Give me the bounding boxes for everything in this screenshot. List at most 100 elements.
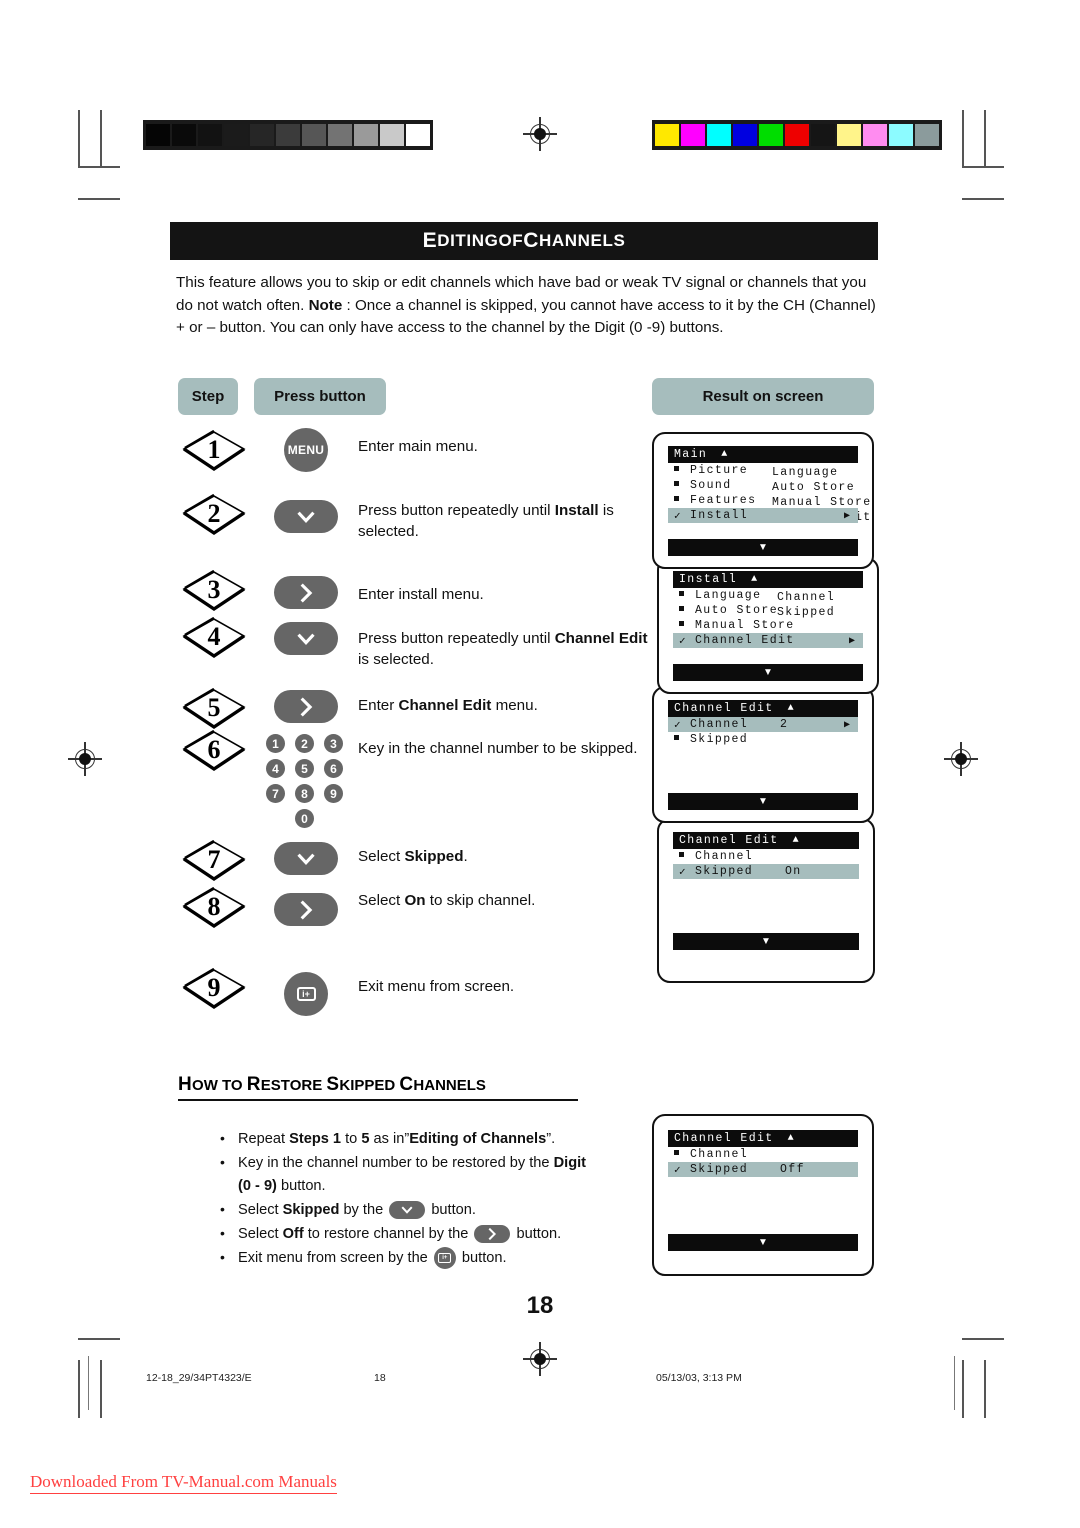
grayscale-swatch (198, 124, 222, 146)
color-calibration-bar (652, 120, 942, 150)
keypad-row: 123 (266, 734, 350, 753)
keypad-key-0[interactable]: 0 (295, 809, 314, 828)
step-number-badge: 6 (182, 730, 246, 772)
osd-menu-item[interactable]: Skipped (668, 732, 858, 747)
osd-scroll-down-icon: ▼ (763, 667, 773, 678)
step-instruction-text: Key in the channel number to be skipped. (358, 740, 638, 757)
intro-paragraph: This feature allows you to skip or edit … (176, 272, 882, 340)
keypad-spacer (324, 809, 343, 828)
footer-file-id: 12-18_29/34PT4323/E (146, 1372, 252, 1384)
cursor-down-button[interactable] (389, 1201, 426, 1220)
keypad-key-8[interactable]: 8 (295, 784, 314, 803)
osd-scroll-down-bar[interactable]: ▼ (673, 664, 863, 681)
bullet-text: Select (238, 1202, 283, 1218)
osd-menu-item[interactable]: Manual Store (673, 618, 863, 633)
osd-scroll-up-icon: ▲ (787, 1133, 796, 1144)
osd-menu-item[interactable]: ✓ Channel 2 ▶ (668, 717, 858, 732)
osd-menu-item[interactable]: Auto Store (673, 603, 863, 618)
keypad-key-7[interactable]: 7 (266, 784, 285, 803)
osd-title-text: Channel Edit (679, 834, 779, 847)
cursor-down-button[interactable] (274, 842, 338, 875)
osd-menu-item[interactable]: Features (668, 493, 858, 508)
cursor-down-button[interactable] (274, 500, 338, 533)
page-title-rest1: DITING (437, 231, 499, 250)
step-number-badge: 1 (182, 430, 246, 472)
step-number-badge: 8 (182, 887, 246, 929)
osd-scroll-down-bar[interactable]: ▼ (668, 793, 858, 810)
cursor-down-button[interactable] (274, 622, 338, 655)
cursor-right-button[interactable] (274, 576, 338, 609)
osd-menu-item[interactable]: ✓ Install ▶ (668, 508, 858, 523)
osd-scroll-down-bar[interactable]: ▼ (668, 539, 858, 556)
osd-menu-item[interactable]: ✓ Channel Edit ▶ (673, 633, 863, 648)
osd-scroll-up-icon: ▲ (792, 835, 801, 846)
intro-note-label: Note (308, 296, 343, 314)
cursor-right-button[interactable] (474, 1225, 511, 1244)
restore-heading-rest1: OW (192, 1077, 218, 1094)
bullet-text: Repeat (238, 1131, 290, 1147)
column-header-press-button: Press button (254, 378, 386, 415)
check-icon: ✓ (679, 635, 688, 648)
osd-title-text: Channel Edit (674, 1132, 774, 1145)
bullet-text: button. (512, 1226, 562, 1242)
osd-scroll-down-bar[interactable]: ▼ (668, 1234, 858, 1251)
osd-menu: Channel Edit ▲ ✓ Channel 2 ▶ Skipped (668, 700, 858, 747)
osd-scroll-down-bar[interactable]: ▼ (673, 933, 859, 950)
download-source-banner[interactable]: Downloaded From TV-Manual.com Manuals (30, 1472, 337, 1494)
bullet-square-icon (679, 851, 695, 863)
restore-heading-to: TO (217, 1077, 247, 1094)
numeric-keypad[interactable]: 123 456 7890 (266, 734, 350, 834)
cursor-right-button[interactable] (274, 690, 338, 723)
keypad-key-6[interactable]: 6 (324, 759, 343, 778)
keypad-key-5[interactable]: 5 (295, 759, 314, 778)
grayscale-swatch (380, 124, 404, 146)
page-title-of: OF (498, 231, 524, 250)
osd-menu-item-label: Features (690, 494, 757, 507)
osd-menu-item[interactable]: Sound (668, 478, 858, 493)
step-instruction-text: menu. (491, 697, 538, 714)
restore-heading-rest3: KIPPED (339, 1077, 400, 1094)
restore-heading-lead3: S (326, 1074, 340, 1095)
osd-title-text: Main (674, 448, 708, 461)
exit-info-button[interactable]: i+ (284, 972, 328, 1016)
exit-info-button[interactable]: i+ (433, 1247, 456, 1270)
restore-heading-rest4: HANNELS (413, 1077, 486, 1094)
bullet-text: ”. (546, 1131, 556, 1147)
keypad-key-9[interactable]: 9 (324, 784, 343, 803)
osd-menu-item[interactable]: Language (673, 588, 863, 603)
step-number-badge: 4 (182, 617, 246, 659)
osd-title-bar: Channel Edit ▲ (668, 700, 858, 717)
osd-menu-item[interactable]: Picture (668, 463, 858, 478)
restore-heading-rest2: ESTORE (260, 1077, 327, 1094)
step-number-badge: 2 (182, 494, 246, 536)
bullet-text: Key in the channel number to be restored… (238, 1155, 554, 1171)
cursor-right-button[interactable] (274, 893, 338, 926)
step-number-badge: 7 (182, 840, 246, 882)
step-instruction-text: Enter main menu. (358, 438, 478, 455)
list-item: Exit menu from screen by the i+ button. (218, 1246, 598, 1270)
osd-scroll-up-icon: ▲ (751, 574, 759, 585)
step-instruction: Select Skipped. (358, 846, 648, 867)
osd-menu-item-label: Picture (690, 464, 749, 477)
step-instruction: Enter main menu. (358, 436, 648, 457)
step-instruction: Key in the channel number to be skipped. (358, 738, 648, 759)
keypad-key-1[interactable]: 1 (266, 734, 285, 753)
manual-page: E DITING OF C HANNELS This feature allows … (0, 0, 1080, 1528)
grayscale-swatch (224, 124, 248, 146)
page-title-lead1: E (422, 229, 438, 252)
osd-menu-item[interactable]: Channel (673, 849, 859, 864)
osd-menu-item[interactable]: ✓ Skipped On (673, 864, 859, 879)
menu-button[interactable]: MENU (284, 428, 328, 472)
step-instruction-emphasis: Channel Edit (554, 630, 648, 647)
osd-menu-item[interactable]: ✓ Skipped Off (668, 1162, 858, 1177)
keypad-key-4[interactable]: 4 (266, 759, 285, 778)
osd-menu-item-label: Skipped (695, 865, 754, 878)
osd-menu-item[interactable]: Channel (668, 1147, 858, 1162)
keypad-key-3[interactable]: 3 (324, 734, 343, 753)
step-instruction-emphasis: Skipped (404, 848, 464, 865)
step-number-badge: 9 (182, 968, 246, 1010)
restore-section-heading: HOW TO RESTORE SKIPPED CHANNELS (178, 1074, 578, 1101)
osd-menu-item-value: On (785, 865, 802, 878)
keypad-key-2[interactable]: 2 (295, 734, 314, 753)
restore-heading-lead1: H (178, 1074, 193, 1095)
